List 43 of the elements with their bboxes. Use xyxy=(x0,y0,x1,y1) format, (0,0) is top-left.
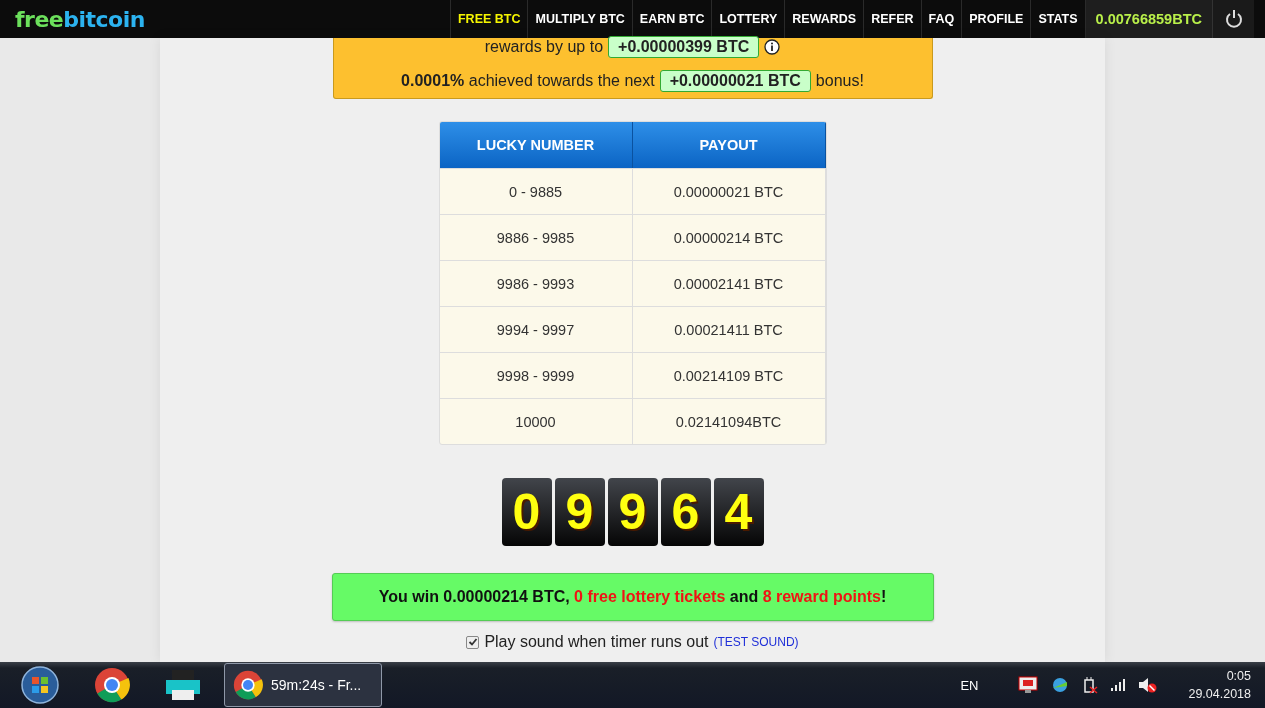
language-indicator[interactable]: EN xyxy=(960,677,979,693)
screen-capture-icon[interactable] xyxy=(1018,676,1039,694)
table-cell: 0 - 9885 xyxy=(439,169,633,214)
roll-digit: 0 xyxy=(501,478,552,546)
roll-digit: 6 xyxy=(660,478,711,546)
bonus-text: bonus! xyxy=(815,72,864,90)
signal-icon[interactable] xyxy=(1110,678,1127,692)
table-cell: 9986 - 9993 xyxy=(439,261,633,306)
column-header: LUCKY NUMBER xyxy=(439,122,633,168)
info-icon[interactable] xyxy=(764,39,781,55)
power-plug-icon[interactable] xyxy=(1082,676,1099,694)
roll-digit: 4 xyxy=(713,478,764,546)
win-message: You win 0.00000214 BTC, 0 free lottery tickets and 8 reward points! xyxy=(331,573,934,621)
sound-label: Play sound when timer runs out xyxy=(484,633,709,651)
table-cell: 0.00000214 BTC xyxy=(632,215,826,260)
bonus-amount: +0.00000021 BTC xyxy=(659,70,811,92)
clock-date: 29.04.2018 xyxy=(1188,687,1251,701)
system-clock[interactable]: 0:05 29.04.2018 xyxy=(1168,669,1257,701)
table-cell: 0.02141094BTC xyxy=(632,399,826,444)
table-cell: 9998 - 9999 xyxy=(439,353,633,398)
table-cell: 9994 - 9997 xyxy=(439,307,633,352)
bonus-text: rewards by up to xyxy=(484,38,604,56)
bonus-amount: +0.00000399 BTC xyxy=(608,36,760,58)
roll-digit: 9 xyxy=(607,478,658,546)
browser-icon xyxy=(233,670,263,700)
sound-checkbox[interactable] xyxy=(466,635,480,649)
logout-button[interactable] xyxy=(1212,0,1254,38)
table-cell: 0.00002141 BTC xyxy=(632,261,826,306)
table-cell: 0.00021411 BTC xyxy=(632,307,826,352)
browser-window-task[interactable]: 59m:24s - Fr... xyxy=(224,663,382,707)
balance-amount[interactable]: 0.00766859BTC xyxy=(1084,0,1212,38)
table-cell: 0.00214109 BTC xyxy=(632,353,826,398)
table-cell: 0.00000021 BTC xyxy=(632,169,826,214)
table-cell: 10000 xyxy=(439,399,633,444)
bonus-progress-text: 0.0001% achieved towards the next xyxy=(401,72,655,90)
test-sound-link[interactable]: (TEST SOUND) xyxy=(713,635,799,649)
roll-digit: 9 xyxy=(554,478,605,546)
clock-time: 0:05 xyxy=(1226,669,1251,683)
table-cell: 9886 - 9985 xyxy=(439,215,633,260)
power-icon xyxy=(1223,9,1244,29)
column-header: PAYOUT xyxy=(632,122,826,168)
site-logo[interactable]: freebitcoin xyxy=(0,0,145,38)
muted-speaker-icon[interactable] xyxy=(1138,676,1159,694)
